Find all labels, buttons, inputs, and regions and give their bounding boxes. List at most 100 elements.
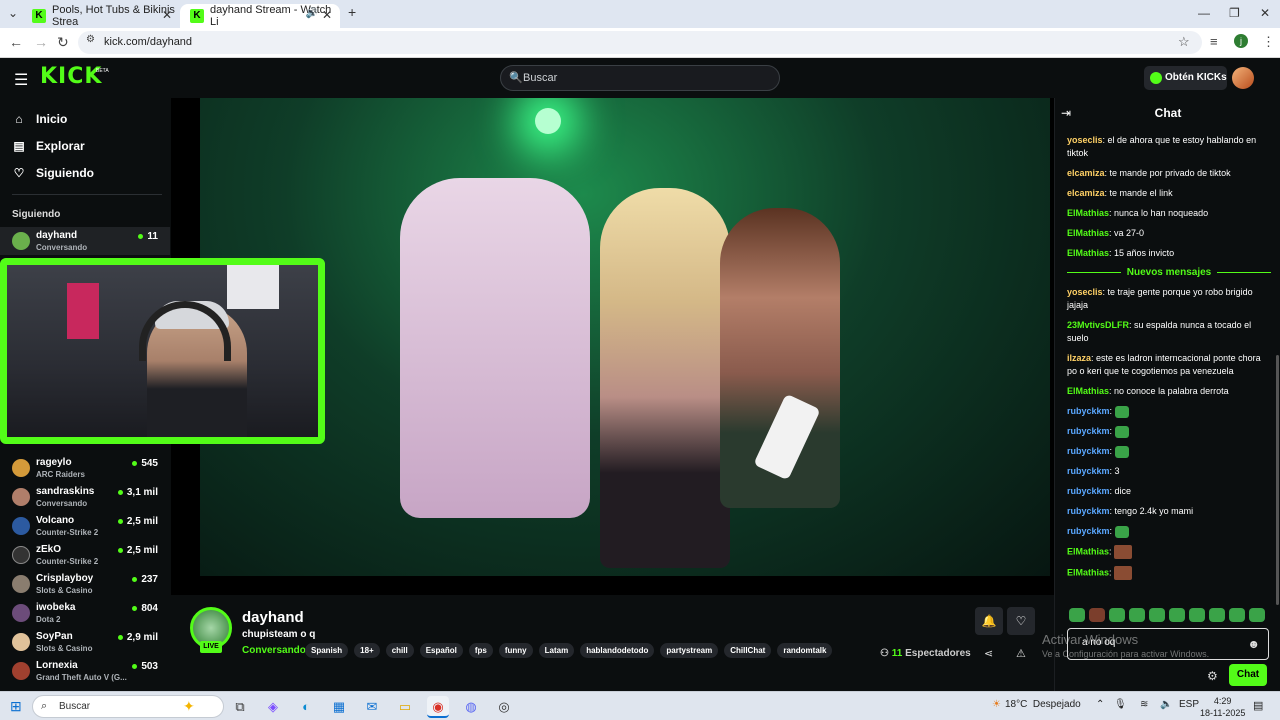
emote-icon[interactable] <box>1249 608 1265 622</box>
viewer-count: 11 <box>138 231 158 242</box>
browser-tab-dayhand[interactable]: K dayhand Stream - Watch Li 🔊 ✕ <box>180 4 340 28</box>
microphone-icon[interactable]: 🎙 <box>1114 699 1127 710</box>
restore-icon[interactable]: ❐ <box>1229 6 1240 20</box>
file-explorer-icon[interactable]: ▭ <box>394 696 416 718</box>
discord-icon[interactable]: ◍ <box>460 696 482 718</box>
follow-button[interactable]: ♡ <box>1007 607 1035 635</box>
share-icon[interactable]: ⋖ <box>984 647 993 660</box>
following-channel[interactable]: iwobeka Dota 2 804 <box>0 599 170 627</box>
channel-category: Slots & Casino <box>36 644 93 653</box>
nav-item-home[interactable]: ⌂ Inicio <box>12 112 67 126</box>
chat-settings-icon[interactable]: ⚙ <box>1207 669 1218 683</box>
obs-icon[interactable]: ◎ <box>493 696 515 718</box>
emote-icon[interactable] <box>1109 608 1125 622</box>
report-icon[interactable]: ⚠ <box>1016 647 1026 660</box>
taskbar-search-input[interactable]: ⌕ Buscar ✦ <box>32 695 224 718</box>
channel-preview-popup[interactable] <box>0 258 325 444</box>
mail-icon[interactable]: ✉ <box>361 696 383 718</box>
notification-bell-button[interactable]: 🔔 <box>975 607 1003 635</box>
close-tab-icon[interactable]: ✕ <box>162 8 172 22</box>
nav-item-following[interactable]: ♡ Siguiendo <box>12 166 94 180</box>
tag[interactable]: partystream <box>660 643 719 658</box>
send-chat-button[interactable]: Chat <box>1229 664 1267 686</box>
chat-scrollbar[interactable] <box>1276 355 1279 605</box>
chat-message: ElMathias: no conoce la palabra derrota <box>1067 386 1229 396</box>
chat-message: rubyckkm: dice <box>1067 486 1132 496</box>
audio-icon[interactable]: 🔊 <box>306 8 318 19</box>
windows-start-icon[interactable]: ⊞ <box>10 698 22 715</box>
search-input[interactable]: 🔍 Buscar <box>500 65 780 91</box>
avatar <box>12 517 30 535</box>
avatar <box>12 232 30 250</box>
task-view-icon[interactable]: ⧉ <box>229 696 251 718</box>
search-icon: 🔍 <box>509 72 523 84</box>
following-channel[interactable]: rageylo ARC Raiders 545 <box>0 454 170 482</box>
stream-category[interactable]: Conversando <box>242 645 306 656</box>
following-channel[interactable]: SoyPan Slots & Casino 2,9 mil <box>0 628 170 656</box>
edge-icon[interactable]: ◐ <box>295 696 317 718</box>
tag[interactable]: chill <box>385 643 414 658</box>
site-settings-icon[interactable]: ⚙ <box>86 34 95 45</box>
following-channel[interactable]: Lornexia Grand Theft Auto V (G... 503 <box>0 657 170 685</box>
user-avatar[interactable] <box>1232 67 1254 89</box>
tag[interactable]: Latam <box>538 643 575 658</box>
following-channel[interactable]: dayhand Conversando 11 <box>0 227 170 255</box>
new-tab-button[interactable]: + <box>348 4 356 20</box>
bookmark-star-icon[interactable]: ☆ <box>1178 34 1190 50</box>
minimize-icon[interactable]: — <box>1198 6 1210 20</box>
emote-icon[interactable] <box>1149 608 1165 622</box>
url-text[interactable]: kick.com/dayhand <box>104 36 192 48</box>
forward-icon[interactable]: → <box>34 34 48 50</box>
tray-chevron-icon[interactable]: ⌃ <box>1096 699 1104 710</box>
copilot-icon[interactable]: ◈ <box>262 696 284 718</box>
wifi-icon[interactable]: ≋ <box>1140 699 1148 710</box>
close-tab-icon[interactable]: ✕ <box>322 8 332 22</box>
tag[interactable]: fps <box>468 643 493 658</box>
emote-icon[interactable] <box>1209 608 1225 622</box>
heart-icon: ♡ <box>1015 614 1027 628</box>
menu-hamburger-icon[interactable]: ☰ <box>14 70 28 90</box>
emote-icon[interactable] <box>1129 608 1145 622</box>
emote-icon[interactable] <box>1069 608 1085 622</box>
omnibox[interactable] <box>78 31 1202 54</box>
emote-icon[interactable] <box>1169 608 1185 622</box>
tag[interactable]: Español <box>419 643 463 658</box>
following-channel[interactable]: sandraskins Conversando 3,1 mil <box>0 483 170 511</box>
close-window-icon[interactable]: ✕ <box>1260 6 1270 20</box>
kick-logo[interactable]: KICK <box>40 64 102 89</box>
back-icon[interactable]: ← <box>9 34 23 50</box>
browser-tab-pools[interactable]: K Pools, Hot Tubs & Bikinis Strea ✕ <box>22 4 180 28</box>
tab-list-icon[interactable]: ⌄ <box>8 6 18 20</box>
video-frame[interactable] <box>200 98 1050 576</box>
tag[interactable]: ChillChat <box>724 643 772 658</box>
media-control-icon[interactable]: ≡ <box>1210 34 1218 49</box>
emote-icon <box>1114 405 1129 418</box>
profile-icon[interactable]: j <box>1234 34 1248 48</box>
system-clock[interactable]: 4:29 18-11-2025 <box>1200 695 1245 719</box>
emote-icon[interactable] <box>1229 608 1245 622</box>
menu-kebab-icon[interactable]: ⋮ <box>1262 34 1275 50</box>
following-channel[interactable]: Crisplayboy Slots & Casino 237 <box>0 570 170 598</box>
following-channel[interactable]: zEkO Counter-Strike 2 2,5 mil <box>0 541 170 569</box>
tag[interactable]: funny <box>498 643 533 658</box>
tag[interactable]: hablandodetodo <box>580 643 655 658</box>
following-channel[interactable]: Volcano Counter-Strike 2 2,5 mil <box>0 512 170 540</box>
chrome-icon[interactable]: ◉ <box>427 696 449 718</box>
emoji-picker-icon[interactable]: ☻ <box>1247 637 1260 651</box>
notification-center-icon[interactable]: ▤ <box>1253 699 1263 712</box>
reload-icon[interactable]: ↻ <box>57 34 69 51</box>
weather-widget[interactable]: ☀ 18°C Despejado <box>992 699 1081 710</box>
store-icon[interactable]: ▦ <box>328 696 350 718</box>
emote-icon[interactable] <box>1189 608 1205 622</box>
volume-icon[interactable]: 🔈 <box>1160 699 1172 710</box>
nav-item-explore[interactable]: ▤ Explorar <box>12 139 84 153</box>
emote-icon[interactable] <box>1089 608 1105 622</box>
language-indicator[interactable]: ESP <box>1179 699 1199 710</box>
tag[interactable]: Spanish <box>305 643 349 658</box>
new-messages-divider[interactable]: Nuevos mensajes <box>1067 267 1271 278</box>
tag[interactable]: randomtalk <box>777 643 833 658</box>
tag[interactable]: 18+ <box>354 643 380 658</box>
streamer-name[interactable]: dayhand <box>242 609 304 626</box>
person-left <box>600 188 730 568</box>
get-kicks-button[interactable]: Obtén KICKs <box>1144 66 1227 90</box>
